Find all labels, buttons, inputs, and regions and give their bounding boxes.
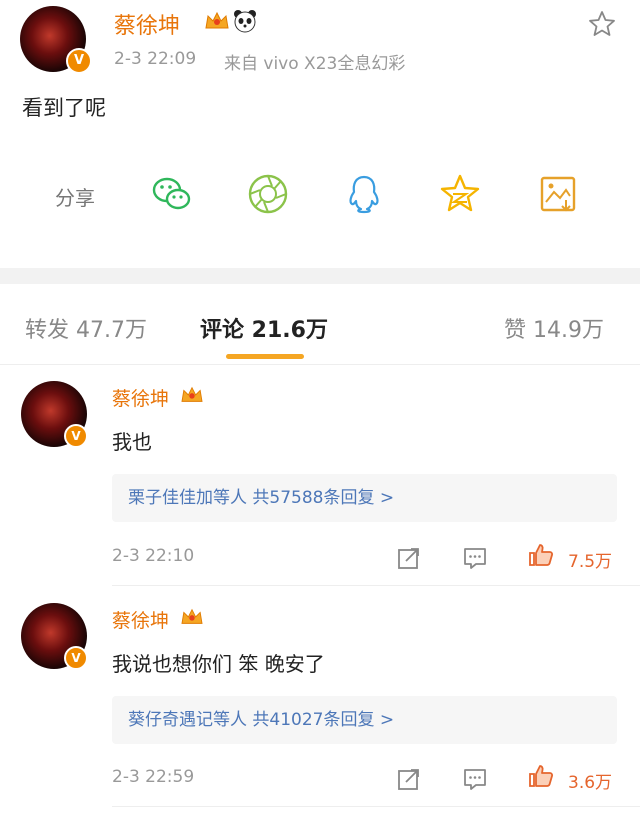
crown-vip-icon <box>205 11 229 29</box>
verified-badge-icon: V <box>64 424 88 448</box>
moments-icon[interactable] <box>246 172 290 216</box>
comment-divider <box>112 585 640 586</box>
post-text: 看到了呢 <box>22 96 106 120</box>
section-divider <box>0 268 640 284</box>
author-name[interactable]: 蔡徐坤 <box>114 8 180 40</box>
comment-divider <box>112 806 640 807</box>
replies-link[interactable]: 葵仔奇遇记等人 共41027条回复 > <box>112 696 617 744</box>
post-source: 来自 vivo X23全息幻彩 <box>224 54 406 74</box>
like-count: 3.6万 <box>568 773 613 793</box>
comment-author[interactable]: 蔡徐坤 <box>112 384 169 411</box>
verified-badge-icon: V <box>64 646 88 670</box>
post-timestamp: 2-3 22:09 <box>114 49 197 69</box>
comment-icon[interactable] <box>462 545 488 571</box>
like-count: 7.5万 <box>568 552 613 572</box>
comment-author[interactable]: 蔡徐坤 <box>112 606 169 633</box>
share-label: 分享 <box>55 186 95 210</box>
comment-icon[interactable] <box>462 766 488 792</box>
qzone-icon[interactable] <box>438 172 482 216</box>
crown-vip-icon <box>181 608 203 624</box>
comment-text: 我也 <box>112 430 152 454</box>
panda-icon <box>234 10 256 33</box>
tab-likes[interactable]: 赞 14.9万 <box>504 312 604 344</box>
wechat-icon[interactable] <box>150 172 194 216</box>
tabs-divider <box>0 364 640 365</box>
verified-badge-icon: V <box>66 48 92 74</box>
like-thumb-icon[interactable] <box>528 542 554 568</box>
like-thumb-icon[interactable] <box>528 763 554 789</box>
tab-active-indicator <box>226 354 304 359</box>
tab-comments[interactable]: 评论 21.6万 <box>200 312 328 344</box>
repost-icon[interactable] <box>396 766 422 792</box>
comment-text: 我说也想你们 笨 晚安了 <box>112 652 325 676</box>
tab-repost[interactable]: 转发 47.7万 <box>25 312 147 344</box>
save-image-icon[interactable] <box>536 172 580 216</box>
repost-icon[interactable] <box>396 545 422 571</box>
crown-vip-icon <box>181 386 203 402</box>
replies-link[interactable]: 栗子佳佳加等人 共57588条回复 > <box>112 474 617 522</box>
comment-time: 2-3 22:10 <box>112 546 195 566</box>
comment-time: 2-3 22:59 <box>112 767 195 787</box>
qq-icon[interactable] <box>342 172 386 216</box>
favorite-star-icon[interactable] <box>588 10 616 38</box>
